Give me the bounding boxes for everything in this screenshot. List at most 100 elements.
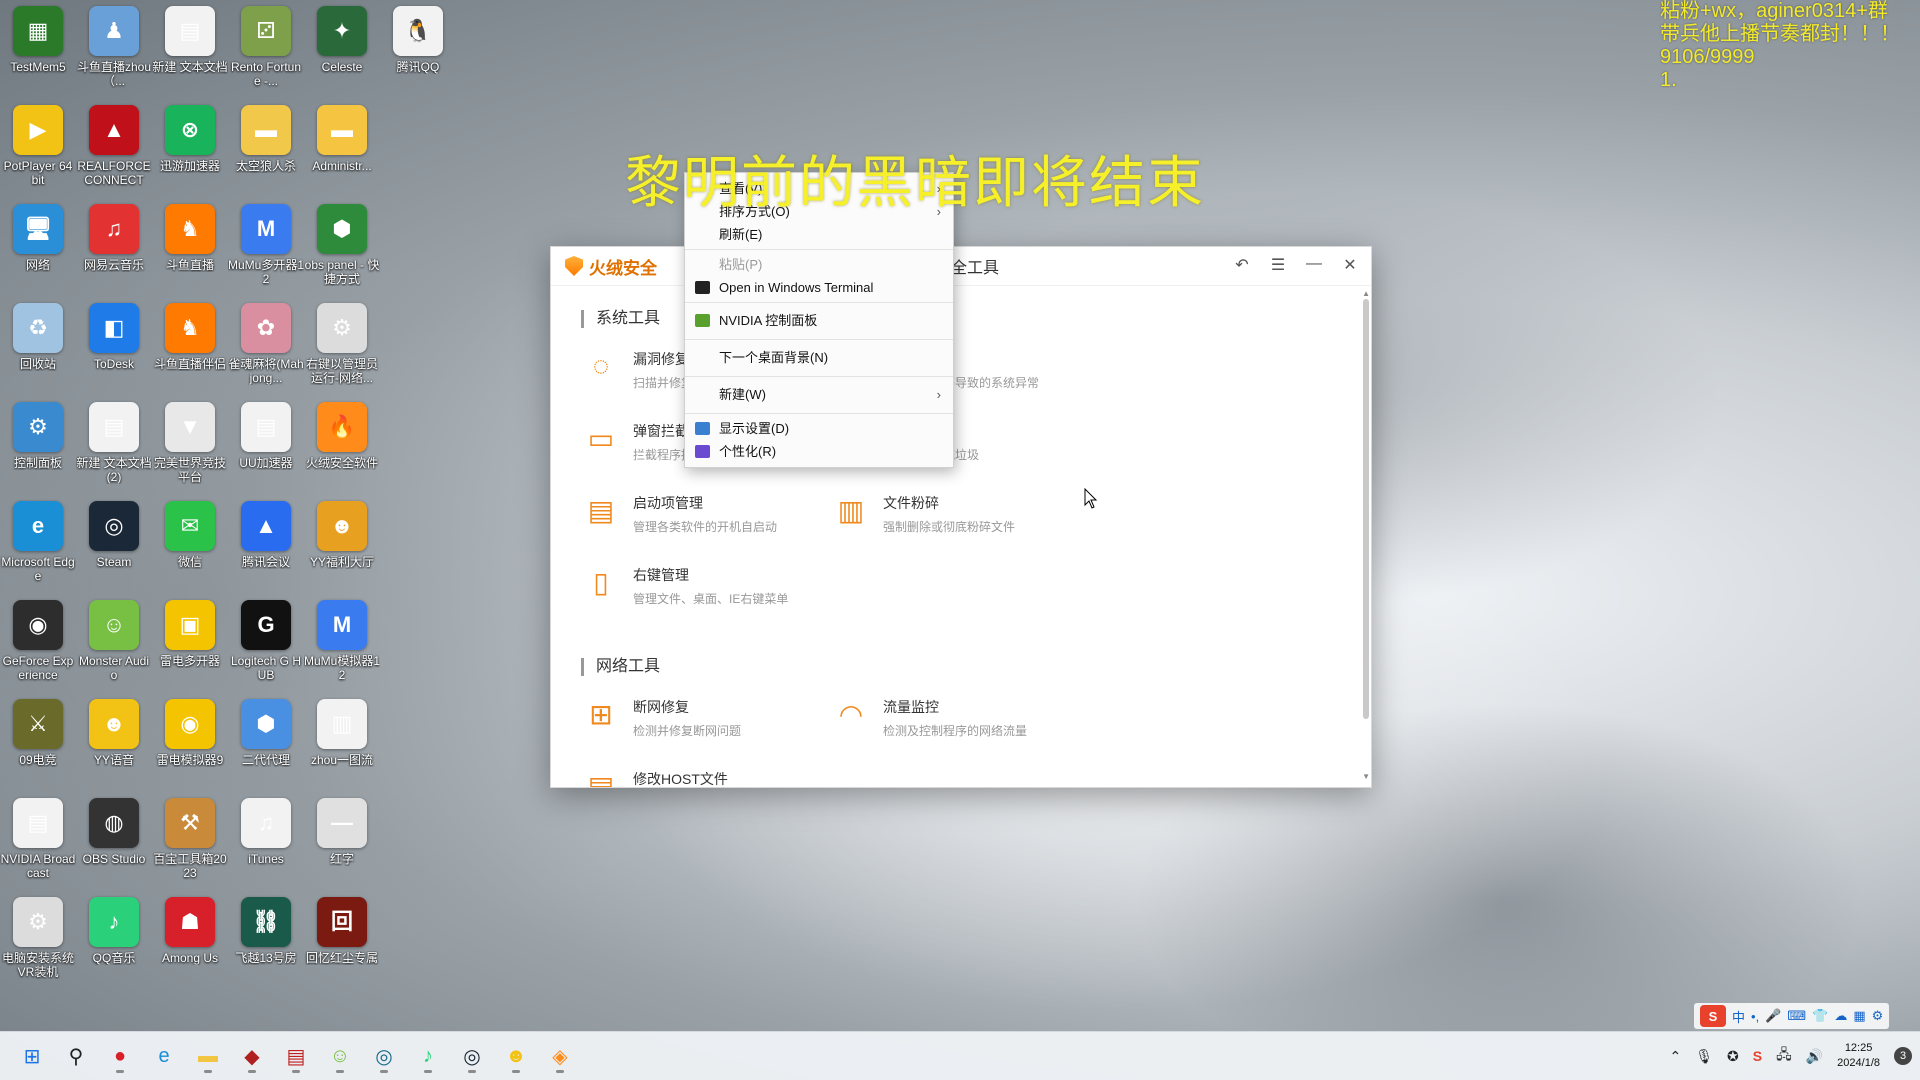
huorong-tools-window[interactable]: 火绒安全 全工具 ↶ ☰ — ✕ 系统工具◌漏洞修复扫描并修复系统漏洞⚙系统修复… <box>550 246 1372 788</box>
taskbar-qqmusic[interactable]: ♪ <box>410 1038 446 1074</box>
notification-badge[interactable]: 3 <box>1894 1047 1912 1065</box>
desktop-icon[interactable]: ⚒ 百宝工具箱2023 <box>152 794 228 890</box>
desktop-icon[interactable]: ▤ 新建 文本文档 (2) <box>76 398 152 494</box>
desktop-icon[interactable]: ▬ 太空狼人杀 <box>228 101 304 197</box>
context-menu-item[interactable]: 个性化(R) <box>685 440 953 463</box>
desktop-icon[interactable]: ◍ OBS Studio <box>76 794 152 890</box>
ime-language[interactable]: 中 <box>1732 1007 1745 1026</box>
taskbar-yy[interactable]: ☻ <box>498 1038 534 1074</box>
desktop-icon[interactable]: M MuMu多开器12 <box>228 200 304 296</box>
taskbar-huorong[interactable]: ◈ <box>542 1038 578 1074</box>
desktop-icon[interactable]: ♟ 斗鱼直播zhou（... <box>76 2 152 98</box>
ime-mic-icon[interactable]: 🎤 <box>1765 1008 1781 1024</box>
desktop-icon[interactable]: ▬ Administr... <box>304 101 380 197</box>
desktop-icon[interactable]: ▤ NVIDIA Broadcast <box>0 794 76 890</box>
desktop-icon[interactable]: ♫ 网易云音乐 <box>76 200 152 296</box>
desktop-icon[interactable]: ▤ UU加速器 <box>228 398 304 494</box>
taskbar-obs-panel[interactable]: ◎ <box>366 1038 402 1074</box>
context-menu-item[interactable]: NVIDIA 控制面板 <box>685 306 953 336</box>
tray-sogou-icon[interactable]: S <box>1753 1048 1762 1064</box>
desktop-icon[interactable]: ✦ Celeste <box>304 2 380 98</box>
desktop-icon[interactable]: ▤ 新建 文本文档 <box>152 2 228 98</box>
start-button[interactable]: ⊞ <box>14 1038 50 1074</box>
desktop-icon[interactable]: ⚙ 控制面板 <box>0 398 76 494</box>
desktop-icon[interactable]: ▶ PotPlayer 64 bit <box>0 101 76 197</box>
context-menu-item[interactable]: 下一个桌面背景(N) <box>685 343 953 373</box>
ime-grid-icon[interactable]: ▦ <box>1853 1008 1865 1024</box>
scroll-up-icon[interactable]: ▲ <box>1362 289 1370 298</box>
scrollbar-thumb[interactable] <box>1363 299 1369 719</box>
menu-icon[interactable]: ☰ <box>1267 255 1289 275</box>
desktop-icon[interactable]: ◉ GeForce Experience <box>0 596 76 692</box>
desktop-icon[interactable]: ◉ 雷电模拟器9 <box>152 695 228 791</box>
desktop-icon[interactable]: ♞ 斗鱼直播伴侣 <box>152 299 228 395</box>
desktop-icon[interactable]: ☻ YY语音 <box>76 695 152 791</box>
tool-item[interactable]: ▤ 修改HOST文件修改负责域名快速解析的文件 <box>581 766 831 788</box>
tool-item[interactable]: ⊞ 断网修复 检测并修复断网问题 <box>581 694 831 766</box>
taskbar-dota[interactable]: ◆ <box>234 1038 270 1074</box>
desktop-icon[interactable]: 🔥 火绒安全软件 <box>304 398 380 494</box>
desktop-icon[interactable]: ♻ 回收站 <box>0 299 76 395</box>
context-menu-item[interactable]: Open in Windows Terminal <box>685 276 953 299</box>
window-titlebar[interactable]: 火绒安全 全工具 ↶ ☰ — ✕ <box>551 247 1371 286</box>
desktop-icon[interactable]: ◎ Steam <box>76 497 152 593</box>
desktop-icon[interactable]: ☺ Monster Audio <box>76 596 152 692</box>
desktop-icon[interactable]: ▥ zhou一图流 <box>304 695 380 791</box>
tray-mic-icon[interactable]: 🎙 <box>1695 1048 1713 1065</box>
desktop-icon[interactable]: ⬢ 二代代理 <box>228 695 304 791</box>
desktop-icon[interactable]: ✿ 雀魂麻将(Mahjong... <box>228 299 304 395</box>
desktop-icon[interactable]: ▲ 腾讯会议 <box>228 497 304 593</box>
scroll-down-icon[interactable]: ▼ <box>1362 772 1370 781</box>
desktop-icon[interactable]: ⊗ 迅游加速器 <box>152 101 228 197</box>
desktop-icon[interactable]: ▦ TestMem5 <box>0 2 76 98</box>
ime-punct-icon[interactable]: •, <box>1751 1009 1759 1024</box>
desktop-icon[interactable]: ♞ 斗鱼直播 <box>152 200 228 296</box>
minimize-button[interactable]: — <box>1303 255 1325 275</box>
desktop-icon[interactable]: ▣ 雷电多开器 <box>152 596 228 692</box>
ime-keyboard-icon[interactable]: ⌨ <box>1787 1008 1806 1024</box>
desktop-icon[interactable]: ▲ REALFORCE CONNECT <box>76 101 152 197</box>
taskbar-netease[interactable]: ● <box>102 1038 138 1074</box>
context-menu-item[interactable]: 刷新(E) <box>685 223 953 246</box>
desktop-icon[interactable]: 🖥 网络 <box>0 200 76 296</box>
ime-settings-icon[interactable]: ⚙ <box>1872 1008 1884 1024</box>
desktop-icon[interactable]: ☻ YY福利大厅 <box>304 497 380 593</box>
ime-cloud-icon[interactable]: ☁ <box>1834 1008 1847 1024</box>
desktop-icon[interactable]: e Microsoft Edge <box>0 497 76 593</box>
sogou-ime-icon[interactable]: S <box>1700 1005 1726 1027</box>
desktop-icon[interactable]: ⚙ 右键以管理员运行-网络... <box>304 299 380 395</box>
desktop-icon[interactable]: ▼ 完美世界竞技平台 <box>152 398 228 494</box>
tool-item[interactable]: ◠ 流量监控 检测及控制程序的网络流量 <box>831 694 1081 766</box>
desktop-icon[interactable]: ⚙ 电脑安装系统VR装机 <box>0 893 76 989</box>
back-icon[interactable]: ↶ <box>1231 255 1253 275</box>
desktop-icon[interactable]: ☗ Among Us <box>152 893 228 989</box>
desktop-icon[interactable]: ♪ QQ音乐 <box>76 893 152 989</box>
context-menu-item[interactable]: 新建(W) › <box>685 380 953 410</box>
tool-item[interactable]: ▤ 启动项管理 管理各类软件的开机自启动 <box>581 490 831 562</box>
desktop-icon[interactable]: — 红字 <box>304 794 380 890</box>
tray-volume-icon[interactable]: 🔊 <box>1806 1048 1823 1065</box>
taskbar-explorer[interactable]: ▬ <box>190 1038 226 1074</box>
desktop-icon[interactable]: ⛓ 飞越13号房 <box>228 893 304 989</box>
tool-item[interactable]: ▥ 文件粉碎 强制删除或彻底粉碎文件 <box>831 490 1081 562</box>
desktop-icon[interactable]: G Logitech G HUB <box>228 596 304 692</box>
ime-toolbar[interactable]: S 中 •, 🎤 ⌨ 👕 ☁ ▦ ⚙ <box>1694 1003 1890 1029</box>
tool-item[interactable]: ▯ 右键管理 管理文件、桌面、IE右键菜单 <box>581 562 831 634</box>
tray-network-icon[interactable]: 🖧 <box>1776 1044 1792 1068</box>
desktop-icon[interactable]: ✉ 微信 <box>152 497 228 593</box>
taskbar-voicemeeter[interactable]: ▤ <box>278 1038 314 1074</box>
taskbar-steam[interactable]: ◎ <box>454 1038 490 1074</box>
desktop-icon[interactable]: ◧ ToDesk <box>76 299 152 395</box>
search-icon[interactable]: ⚲ <box>58 1038 94 1074</box>
desktop-icon[interactable]: ⚂ Rento Fortune -... <box>228 2 304 98</box>
taskbar-edge[interactable]: e <box>146 1038 182 1074</box>
desktop-icon[interactable]: 🐧 腾讯QQ <box>380 2 456 98</box>
taskbar-monster[interactable]: ☺ <box>322 1038 358 1074</box>
desktop-icon[interactable]: 回回忆红尘专属 <box>304 893 380 989</box>
context-menu-item[interactable]: 显示设置(D) <box>685 417 953 440</box>
ime-skin-icon[interactable]: 👕 <box>1812 1008 1828 1024</box>
tray-network-app-icon[interactable]: ✪ <box>1727 1048 1739 1065</box>
tray-chevron-up-icon[interactable]: ⌃ <box>1670 1048 1682 1065</box>
taskbar-clock[interactable]: 12:25 2024/1/8 <box>1837 1041 1880 1071</box>
desktop-icon[interactable]: ♫ iTunes <box>228 794 304 890</box>
